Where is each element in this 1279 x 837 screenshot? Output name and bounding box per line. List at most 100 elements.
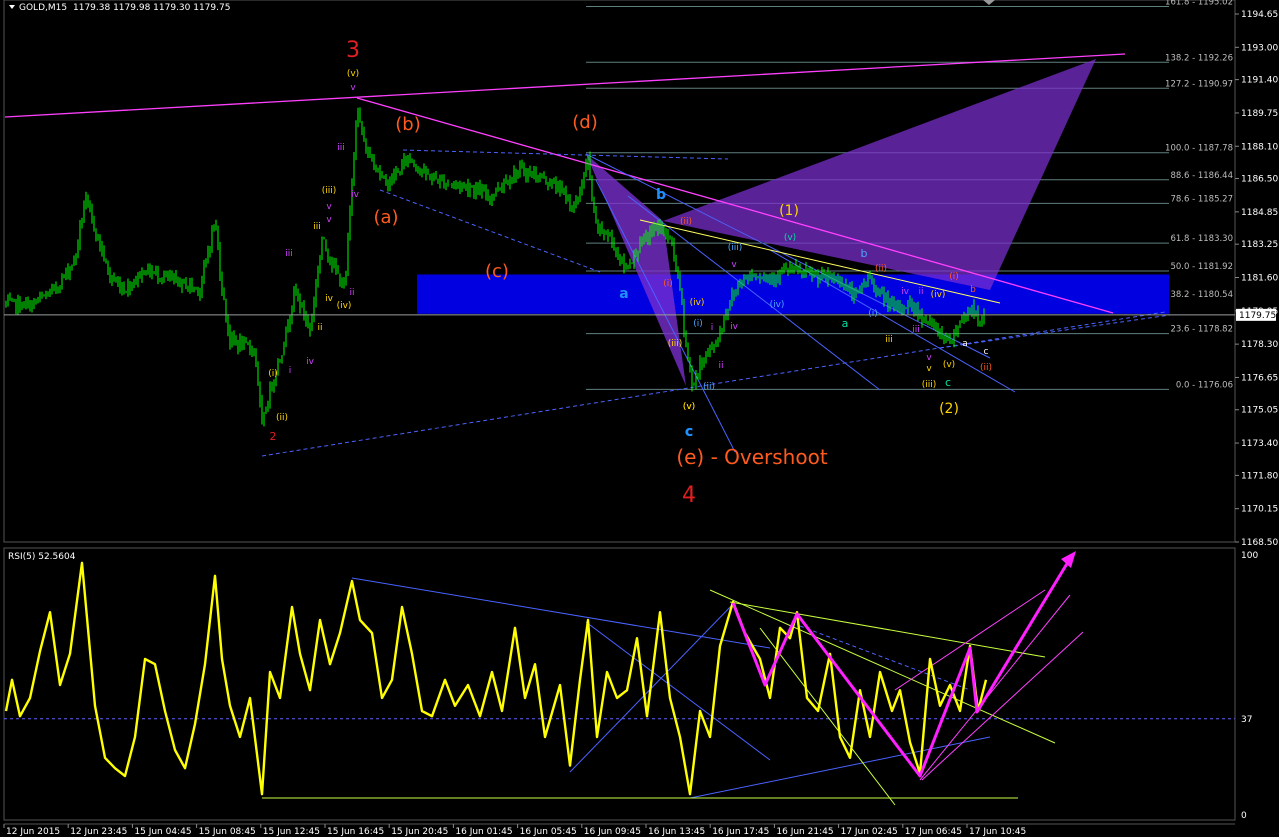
wave-label-22: 2: [270, 430, 277, 443]
wave-label-54: (v): [943, 360, 955, 370]
wave-label-32: iv: [730, 322, 739, 332]
fib-label-0: 161.8 - 1195.02: [1165, 0, 1233, 8]
time-tick-14: 17 Jun 06:45: [905, 827, 962, 837]
wave-label-29: (i): [693, 319, 703, 329]
chart-background: [0, 0, 1279, 837]
price-tick-15: 1170.15: [1241, 505, 1278, 515]
wave-label-24: a: [619, 286, 628, 302]
wave-label-56: b: [970, 285, 976, 295]
wave-label-63: (e) - Overshoot: [676, 445, 828, 469]
wave-label-10: v: [326, 202, 332, 212]
wave-label-45: iii: [885, 335, 893, 345]
time-tick-3: 15 Jun 08:45: [199, 827, 256, 837]
fib-label-5: 78.6 - 1185.27: [1170, 194, 1233, 204]
time-tick-1: 12 Jun 23:45: [70, 827, 127, 837]
wave-label-20: i: [289, 366, 292, 376]
price-tick-13: 1173.40: [1241, 439, 1278, 449]
wave-label-2: v: [350, 83, 356, 93]
wave-label-44: (i): [868, 309, 878, 319]
fib-label-6: 61.8 - 1183.30: [1170, 234, 1233, 244]
price-tick-10: 1178.30: [1241, 340, 1278, 350]
time-tick-9: 16 Jun 09:45: [584, 827, 641, 837]
wave-label-57: a: [962, 339, 968, 349]
wave-label-38: (iv): [770, 300, 785, 310]
price-tick-1: 1193.00: [1241, 43, 1278, 53]
wave-label-58: c: [984, 347, 989, 357]
wave-label-40: (1): [779, 203, 799, 219]
wave-label-53: (iii): [922, 380, 937, 390]
wave-label-27: (iv): [690, 298, 705, 308]
wave-label-5: (a): [373, 207, 398, 228]
wave-label-14: iv: [325, 294, 334, 304]
wave-label-4: (d): [572, 112, 597, 133]
fib-label-4: 88.6 - 1186.44: [1170, 171, 1233, 181]
wave-label-31: ii: [718, 361, 723, 371]
fib-label-2: 127.2 - 1190.97: [1165, 79, 1233, 89]
wave-label-3: (b): [395, 114, 420, 135]
wave-label-1: (v): [347, 69, 359, 79]
rsi-tick-1: 37: [1241, 715, 1252, 725]
time-tick-10: 16 Jun 13:45: [648, 827, 705, 837]
wave-label-36: (iii): [728, 243, 743, 253]
rsi-label: RSI(5) 52.5604: [8, 552, 76, 562]
price-tick-6: 1184.85: [1241, 208, 1278, 218]
wave-label-23: b: [656, 187, 666, 203]
wave-label-17: ii: [317, 323, 322, 333]
wave-label-43: (ii): [875, 264, 887, 274]
wave-label-12: iii: [313, 222, 321, 232]
wave-label-8: iv: [351, 190, 360, 200]
wave-label-50: iii: [912, 325, 920, 335]
wave-label-55: c: [945, 376, 951, 389]
gold-m15-chart[interactable]: GOLD,M15 1179.38 1179.98 1179.30 1179.75…: [0, 0, 1279, 837]
wave-label-52: v: [926, 364, 932, 374]
price-tick-14: 1171.80: [1241, 471, 1278, 481]
price-tick-16: 1168.50: [1241, 538, 1278, 548]
wave-label-30: i: [711, 323, 714, 333]
time-tick-6: 15 Jun 20:45: [391, 827, 448, 837]
wave-label-60: (2): [939, 401, 959, 417]
wave-label-21: (ii): [276, 413, 288, 423]
wave-label-59: (ii): [980, 363, 992, 373]
wave-label-25: (ii): [680, 217, 692, 227]
chart-header: GOLD,M15 1179.38 1179.98 1179.30 1179.75: [9, 3, 230, 13]
time-tick-13: 17 Jun 02:45: [841, 827, 898, 837]
fib-label-9: 23.6 - 1178.82: [1170, 325, 1233, 335]
time-tick-8: 16 Jun 05:45: [520, 827, 577, 837]
wave-label-48: (i): [949, 272, 959, 282]
current-price-text: 1179.75: [1239, 311, 1276, 321]
wave-label-15: (iv): [337, 301, 352, 311]
wave-label-37: v: [731, 260, 737, 270]
time-tick-5: 15 Jun 16:45: [327, 827, 384, 837]
price-tick-11: 1176.65: [1241, 373, 1278, 383]
wave-label-41: b: [861, 247, 868, 260]
wave-label-46: iv: [901, 287, 910, 297]
wave-label-26: (i): [663, 279, 673, 289]
rsi-tick-0: 100: [1241, 551, 1258, 561]
wave-label-51: v: [926, 353, 932, 363]
wave-label-64: 4: [682, 483, 696, 508]
symbol-label: GOLD,M15: [19, 3, 67, 13]
wave-label-28: (iii): [668, 339, 683, 349]
current-price-tag: 1179.75: [1236, 308, 1276, 321]
price-tick-2: 1191.40: [1241, 76, 1278, 86]
wave-label-49: (iv): [931, 290, 946, 300]
wave-label-11: v: [326, 215, 332, 225]
fib-label-3: 100.0 - 1187.78: [1165, 144, 1233, 154]
blue-support-zone: [417, 274, 1169, 314]
wave-label-42: a: [842, 317, 849, 330]
wave-label-13: iii: [285, 249, 293, 259]
wave-label-62: c: [685, 424, 693, 440]
rsi-tick-2: 0: [1241, 811, 1247, 821]
ohlc-values: 1179.38 1179.98 1179.30 1179.75: [73, 3, 230, 13]
price-tick-8: 1181.60: [1241, 273, 1278, 283]
time-tick-11: 16 Jun 17:45: [712, 827, 769, 837]
wave-label-47: ii: [918, 287, 923, 297]
price-tick-12: 1175.05: [1241, 406, 1278, 416]
wave-label-9: (iii): [322, 186, 337, 196]
fib-label-8: 38.2 - 1180.54: [1170, 290, 1233, 300]
fib-label-10: 0.0 - 1176.06: [1176, 380, 1233, 390]
wave-label-16: ii: [349, 288, 354, 298]
wave-label-19: (i): [268, 369, 278, 379]
fib-label-1: 138.2 - 1192.26: [1165, 53, 1233, 63]
price-tick-5: 1186.50: [1241, 175, 1278, 185]
